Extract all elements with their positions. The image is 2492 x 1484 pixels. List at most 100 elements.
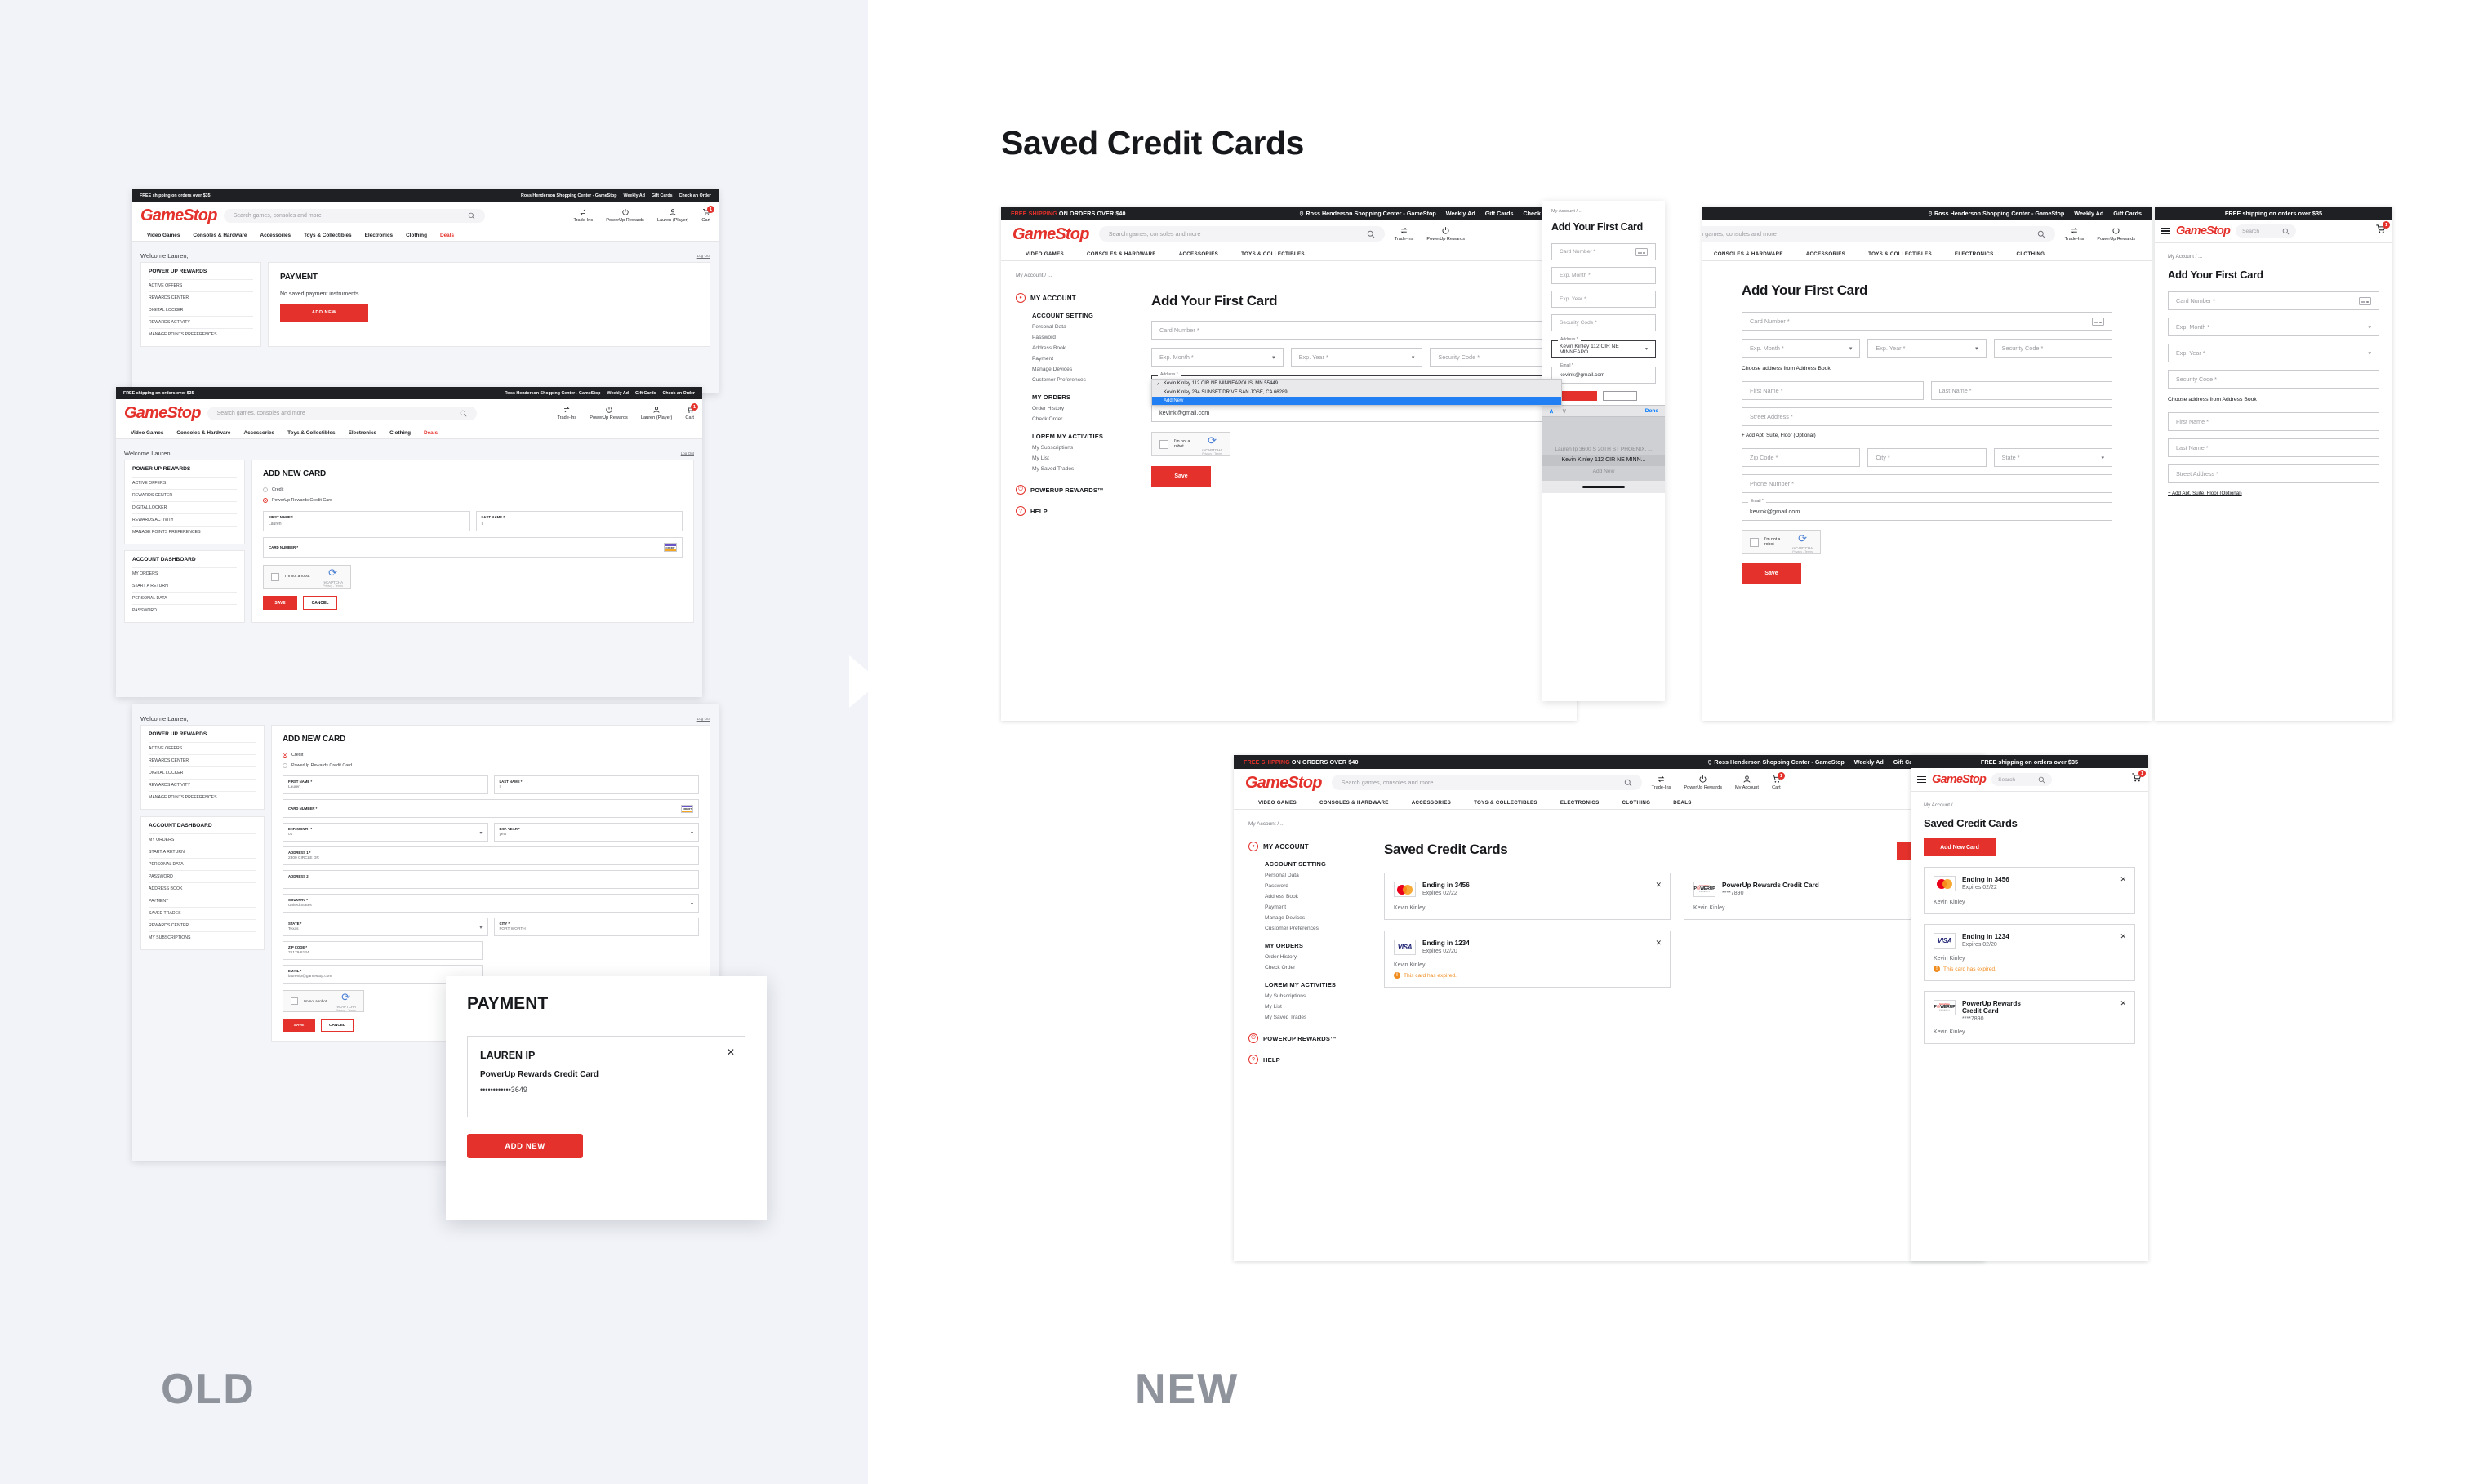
- cart-button[interactable]: Cart 1: [701, 206, 714, 223]
- zip-field-3[interactable]: ZIP CODE * 76179-8134: [283, 941, 483, 960]
- old-gift-cards-link-2[interactable]: Gift Cards: [635, 391, 656, 396]
- powerup-rewards-button-2[interactable]: PowerUp Rewards: [590, 406, 628, 420]
- sidebar-item-my-subscriptions-saved[interactable]: My Subscriptions: [1265, 993, 1371, 999]
- sidebar-help[interactable]: ? HELP: [1016, 506, 1138, 516]
- nav-video-games-saved[interactable]: VIDEO GAMES: [1247, 800, 1308, 806]
- last-name-input-mobile[interactable]: Last Name *: [2168, 438, 2379, 457]
- weekly-ad-link[interactable]: Weekly Ad: [1446, 210, 1475, 217]
- powerup-rewards-button-new[interactable]: PowerUp Rewards: [1426, 226, 1465, 242]
- nav-deals[interactable]: Deals: [434, 233, 461, 238]
- sidebar-item-payment-3[interactable]: PAYMENT: [149, 895, 256, 907]
- close-icon[interactable]: ✕: [727, 1046, 735, 1058]
- picker-down-icon[interactable]: ∨: [1562, 407, 1567, 415]
- cancel-button[interactable]: CANCEL: [303, 596, 337, 610]
- sidebar-item-my-orders[interactable]: MY ORDERS: [132, 567, 237, 580]
- radio-credit-button[interactable]: [263, 487, 268, 492]
- sidebar-item-order-history-saved[interactable]: Order History: [1265, 954, 1371, 960]
- sidebar-item-active-offers-2[interactable]: ACTIVE OFFERS: [132, 477, 237, 489]
- card-number-field-3[interactable]: CARD NUMBER * CREDIT: [283, 799, 699, 818]
- recaptcha-widget[interactable]: I'm not a robot ⟳ reCAPTCHA Privacy - Te…: [263, 565, 351, 589]
- card-number-input-tablet[interactable]: Card Number *: [1742, 312, 2112, 331]
- sidebar-item-password-3[interactable]: PASSWORD: [149, 870, 256, 882]
- nav-toys-saved[interactable]: TOYS & COLLECTIBLES: [1462, 800, 1549, 806]
- sidebar-item-personal-data[interactable]: PERSONAL DATA: [132, 592, 237, 604]
- security-code-input-mobile-2[interactable]: Security Code *: [2168, 370, 2379, 389]
- sidebar-item-my-saved-trades-saved[interactable]: My Saved Trades: [1265, 1015, 1371, 1020]
- sidebar-item-my-list-saved[interactable]: My List: [1265, 1004, 1371, 1010]
- sidebar-item-active-offers-3[interactable]: ACTIVE OFFERS: [149, 742, 256, 754]
- sidebar-item-rewards-activity-3[interactable]: REWARDS ACTIVITY: [149, 779, 256, 791]
- sidebar-item-customer-preferences[interactable]: Customer Preferences: [1032, 377, 1138, 383]
- sidebar-item-start-return-3[interactable]: START A RETURN: [149, 846, 256, 858]
- mobile-search-input-saved[interactable]: Search: [1991, 773, 2053, 786]
- sidebar-item-start-return[interactable]: START A RETURN: [132, 580, 237, 592]
- sidebar-item-manage-points[interactable]: MANAGE POINTS PREFERENCES: [149, 328, 253, 340]
- card-number-field[interactable]: CARD NUMBER * CREDIT: [263, 537, 683, 558]
- search-input[interactable]: Search games, consoles and more: [223, 208, 485, 223]
- sidebar-powerup-rewards-saved[interactable]: ⏻ POWERUP REWARDS™: [1248, 1033, 1371, 1043]
- exp-month-field-3[interactable]: EXP. MONTH * 01 ▾: [283, 823, 488, 842]
- nav-consoles-new[interactable]: CONSOLES & HARDWARE: [1075, 251, 1168, 257]
- gamestop-logo-mobile[interactable]: GameStop: [2176, 225, 2231, 238]
- add-apt-link-tablet[interactable]: + Add Apt, Suite, Floor (Optional): [1742, 433, 1816, 438]
- gamestop-logo-mobile-saved[interactable]: GameStop: [1932, 774, 1987, 786]
- sidebar-item-rewards-activity-2[interactable]: REWARDS ACTIVITY: [132, 513, 237, 526]
- sidebar-item-customer-preferences-saved[interactable]: Customer Preferences: [1265, 926, 1371, 931]
- nav-toys-tablet[interactable]: TOYS & COLLECTIBLES: [1857, 251, 1943, 257]
- exp-month-select-tablet[interactable]: Exp. Month * ▾: [1742, 339, 1861, 358]
- card-number-input-mobile-2[interactable]: Card Number *: [2168, 291, 2379, 310]
- sidebar-item-password[interactable]: Password: [1032, 335, 1138, 340]
- gift-cards-link-tablet[interactable]: Gift Cards: [2113, 210, 2142, 217]
- sidebar-item-personal-data[interactable]: Personal Data: [1032, 324, 1138, 330]
- remove-card-icon[interactable]: ✕: [2120, 932, 2126, 941]
- city-input-tablet[interactable]: City *: [1867, 448, 1987, 467]
- save-button-tablet[interactable]: Save: [1742, 563, 1801, 584]
- account-button-2[interactable]: Lauren (Player): [641, 406, 672, 420]
- cart-button-saved[interactable]: Cart 1: [1772, 772, 1785, 790]
- sidebar-item-saved-trades-3[interactable]: SAVED TRADES: [149, 907, 256, 919]
- search-icon[interactable]: [1624, 779, 1632, 787]
- security-code-input-mobile[interactable]: Security Code *: [1551, 314, 1656, 331]
- first-name-field[interactable]: FIRST NAME * Lauren: [263, 511, 470, 531]
- sidebar-item-manage-devices[interactable]: Manage Devices: [1032, 367, 1138, 372]
- nav-video-games[interactable]: Video Games: [140, 233, 186, 238]
- sidebar-item-manage-devices-saved[interactable]: Manage Devices: [1265, 915, 1371, 921]
- add-new-button-modal[interactable]: ADD NEW: [467, 1134, 583, 1158]
- nav-consoles-2[interactable]: Consoles & Hardware: [170, 430, 237, 436]
- radio-powerup-button-3[interactable]: [283, 763, 287, 768]
- logout-link-3[interactable]: Log Out: [697, 717, 710, 721]
- hamburger-menu-icon[interactable]: [2161, 227, 2170, 235]
- old-check-order-link-2[interactable]: Check an Order: [663, 391, 695, 396]
- security-code-input-tablet[interactable]: Security Code *: [1993, 339, 2112, 358]
- sidebar-item-manage-points-3[interactable]: MANAGE POINTS PREFERENCES: [149, 791, 256, 803]
- nav-accessories-tablet[interactable]: ACCESSORIES: [1795, 251, 1857, 257]
- exp-month-select-mobile-2[interactable]: Exp. Month * ▾: [2168, 318, 2379, 336]
- mobile-cart-button-saved[interactable]: 1: [2131, 770, 2146, 787]
- search-icon[interactable]: [2037, 230, 2045, 238]
- gamestop-logo-new[interactable]: GameStop: [1012, 226, 1089, 242]
- powerup-rewards-button[interactable]: PowerUp Rewards: [606, 208, 644, 223]
- sidebar-item-personal-data-3[interactable]: PERSONAL DATA: [149, 858, 256, 870]
- powerup-rewards-button-saved[interactable]: PowerUp Rewards: [1684, 775, 1722, 790]
- remove-card-icon[interactable]: ✕: [2120, 999, 2126, 1008]
- exp-month-select[interactable]: Exp. Month * ▾: [1151, 348, 1284, 367]
- email-input[interactable]: kevink@gmail.com: [1151, 403, 1562, 422]
- sidebar-powerup-rewards[interactable]: ⏻ POWERUP REWARDS™: [1016, 485, 1138, 495]
- choose-address-link-mobile[interactable]: Choose address from Address Book: [2168, 397, 2257, 402]
- nav-clothing-tablet[interactable]: CLOTHING: [2005, 251, 2057, 257]
- picker-option[interactable]: Add New: [1542, 466, 1665, 477]
- choose-address-link-tablet[interactable]: Choose address from Address Book: [1742, 366, 1831, 371]
- picker-done-button[interactable]: Done: [1645, 408, 1658, 414]
- exp-year-select[interactable]: Exp. Year * ▾: [1290, 348, 1423, 367]
- trade-ins-button-saved[interactable]: Trade-Ins: [1652, 775, 1671, 790]
- save-button-3[interactable]: SAVE: [283, 1019, 315, 1032]
- gamestop-logo-saved[interactable]: GameStop: [1245, 775, 1322, 791]
- first-name-field-3[interactable]: FIRST NAME * Lauren: [283, 775, 488, 794]
- my-account-button-saved[interactable]: My Account: [1735, 775, 1759, 790]
- dropdown-option[interactable]: ✓ Kevin Kinley 112 CIR NE MINNEAPOLIS, M…: [1152, 380, 1561, 389]
- old-check-order-link[interactable]: Check an Order: [679, 193, 711, 198]
- recaptcha-checkbox-tablet[interactable]: [1750, 537, 1759, 547]
- sidebar-item-payment-saved[interactable]: Payment: [1265, 904, 1371, 910]
- sidebar-item-rewards-center-b-3[interactable]: REWARDS CENTER: [149, 919, 256, 931]
- nav-video-games-new[interactable]: VIDEO GAMES: [1014, 251, 1075, 257]
